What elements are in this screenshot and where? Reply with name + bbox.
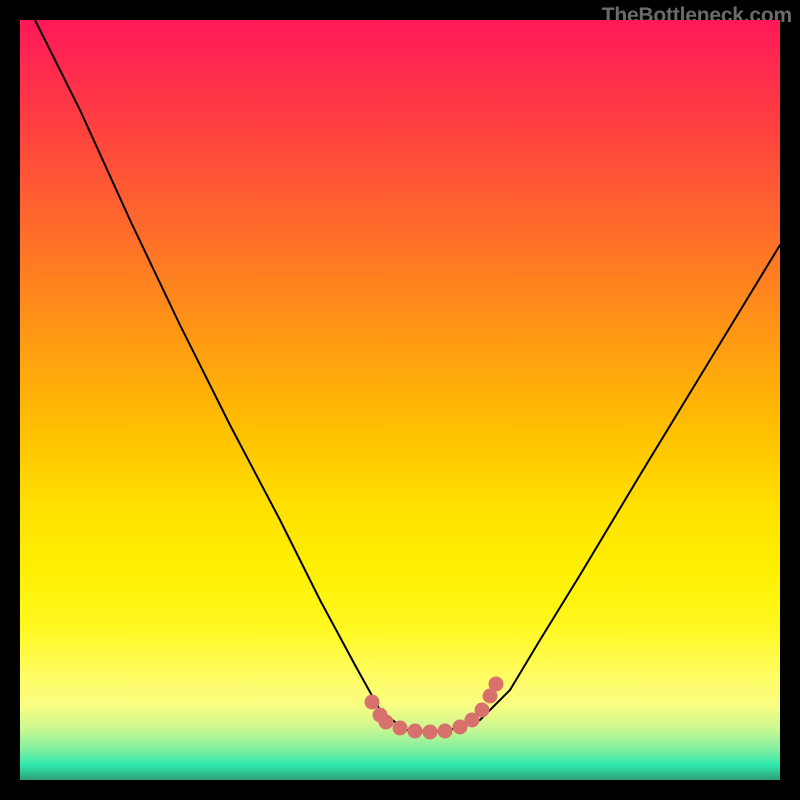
valley-marker-dot xyxy=(365,695,380,710)
plot-area xyxy=(20,20,780,780)
valley-marker-dot xyxy=(438,724,453,739)
chart-container: TheBottleneck.com xyxy=(0,0,800,800)
valley-marker-dot xyxy=(408,724,423,739)
valley-marker-dot xyxy=(393,721,408,736)
curve-svg xyxy=(20,20,780,780)
valley-marker-dot xyxy=(489,677,504,692)
bottleneck-curve xyxy=(35,20,780,732)
valley-marker-dot xyxy=(423,725,438,740)
valley-markers xyxy=(365,677,504,740)
valley-marker-dot xyxy=(475,703,490,718)
valley-marker-dot xyxy=(379,715,394,730)
